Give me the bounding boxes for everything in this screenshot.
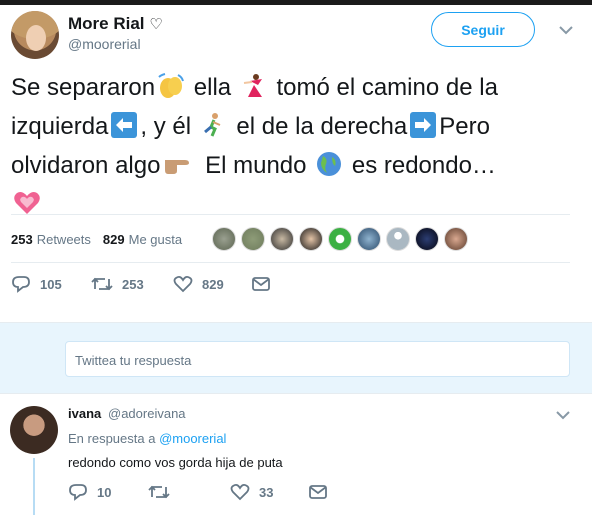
direct-message-button[interactable]	[251, 275, 280, 293]
divider	[11, 214, 570, 215]
heart-outline-icon	[173, 275, 193, 293]
author-avatar[interactable]	[11, 11, 59, 59]
tweet-text-part: ella	[187, 74, 238, 101]
heart-outline-icon	[230, 483, 250, 501]
author-handle[interactable]: @moorerial	[68, 36, 141, 52]
engagement-stats: 253 Retweets 829 Me gusta	[11, 224, 182, 254]
dancer-icon	[243, 74, 262, 97]
envelope-icon	[309, 485, 327, 499]
tweet-text-part: El mundo	[198, 152, 314, 179]
thread-line	[33, 458, 35, 515]
runner-icon	[203, 113, 221, 137]
reply-icon	[12, 276, 30, 293]
retweets-label: Retweets	[36, 231, 91, 247]
in-reply-prefix: En respuesta a	[68, 431, 160, 446]
reply-button[interactable]: 105	[11, 275, 62, 293]
author-name-text[interactable]: More Rial	[68, 14, 145, 33]
likes-count: 829	[102, 231, 125, 247]
liker-avatar[interactable]	[415, 227, 439, 251]
reply-author-handle[interactable]: @adoreivana	[108, 406, 186, 421]
retweet-icon	[148, 485, 170, 499]
reply-count: 105	[40, 276, 62, 292]
tweet-header: More Rial ♡ @moorerial Seguir	[11, 11, 586, 61]
in-reply-to: En respuesta a @moorerial	[68, 431, 226, 446]
top-bar	[0, 0, 592, 5]
right-arrow-icon	[410, 112, 437, 138]
waving-hands-icon	[158, 73, 185, 98]
follow-button[interactable]: Seguir	[431, 12, 535, 47]
retweet-button[interactable]	[148, 483, 179, 501]
tweet-text-part: el de la derecha	[229, 113, 408, 140]
reply-author-name[interactable]: ivana	[68, 406, 101, 421]
chevron-down-icon[interactable]	[556, 410, 570, 420]
likes-stat[interactable]: 829 Me gusta	[103, 232, 182, 247]
reply-count: 10	[97, 484, 112, 500]
reply-button[interactable]: 10	[68, 483, 111, 501]
reply-composer: Twittea tu respuesta	[0, 322, 592, 394]
retweets-stat[interactable]: 253 Retweets	[11, 232, 91, 247]
like-button[interactable]: 33	[230, 483, 273, 501]
liker-avatar[interactable]	[357, 227, 381, 251]
left-arrow-icon	[111, 112, 138, 138]
reply-text: redondo como vos gorda hija de puta	[68, 455, 283, 470]
envelope-icon	[252, 277, 270, 291]
reply-input[interactable]: Twittea tu respuesta	[65, 341, 570, 377]
author-badge-icon: ♡	[149, 16, 163, 33]
reply-tweet[interactable]: ivana @adoreivana En respuesta a @moorer…	[0, 395, 592, 515]
tweet-text: Se separaron ella tomó el camino de la i…	[11, 68, 581, 224]
pointing-hand-icon	[165, 160, 190, 174]
tweet-text-part: es redondo…	[345, 152, 496, 179]
liker-avatar[interactable]	[386, 227, 410, 251]
author-name[interactable]: More Rial ♡	[68, 14, 163, 34]
liker-avatar[interactable]	[270, 227, 294, 251]
retweet-count: 253	[122, 276, 144, 292]
liker-avatar[interactable]	[212, 227, 236, 251]
reply-author-avatar[interactable]	[10, 406, 58, 454]
in-reply-handle-link[interactable]: @moorerial	[159, 431, 226, 446]
heart-icon	[14, 192, 40, 214]
like-count: 33	[259, 484, 274, 500]
like-count: 829	[202, 276, 224, 292]
liker-avatar[interactable]	[444, 227, 468, 251]
reply-icon	[69, 484, 87, 501]
divider	[11, 262, 570, 263]
tweet-text-part: Se separaron	[11, 74, 156, 101]
retweet-icon	[91, 277, 113, 291]
liker-avatar[interactable]	[328, 227, 352, 251]
tweet-text-part: , y él	[140, 113, 198, 140]
likes-label: Me gusta	[128, 231, 183, 247]
retweet-button[interactable]: 253	[91, 275, 144, 293]
chevron-down-icon[interactable]	[559, 25, 573, 35]
direct-message-button[interactable]	[308, 483, 337, 501]
globe-icon	[317, 152, 342, 176]
liker-avatar[interactable]	[241, 227, 265, 251]
retweets-count: 253	[11, 231, 33, 247]
liker-avatar[interactable]	[299, 227, 323, 251]
like-button[interactable]: 829	[173, 275, 224, 293]
likers-avatars	[212, 227, 473, 251]
